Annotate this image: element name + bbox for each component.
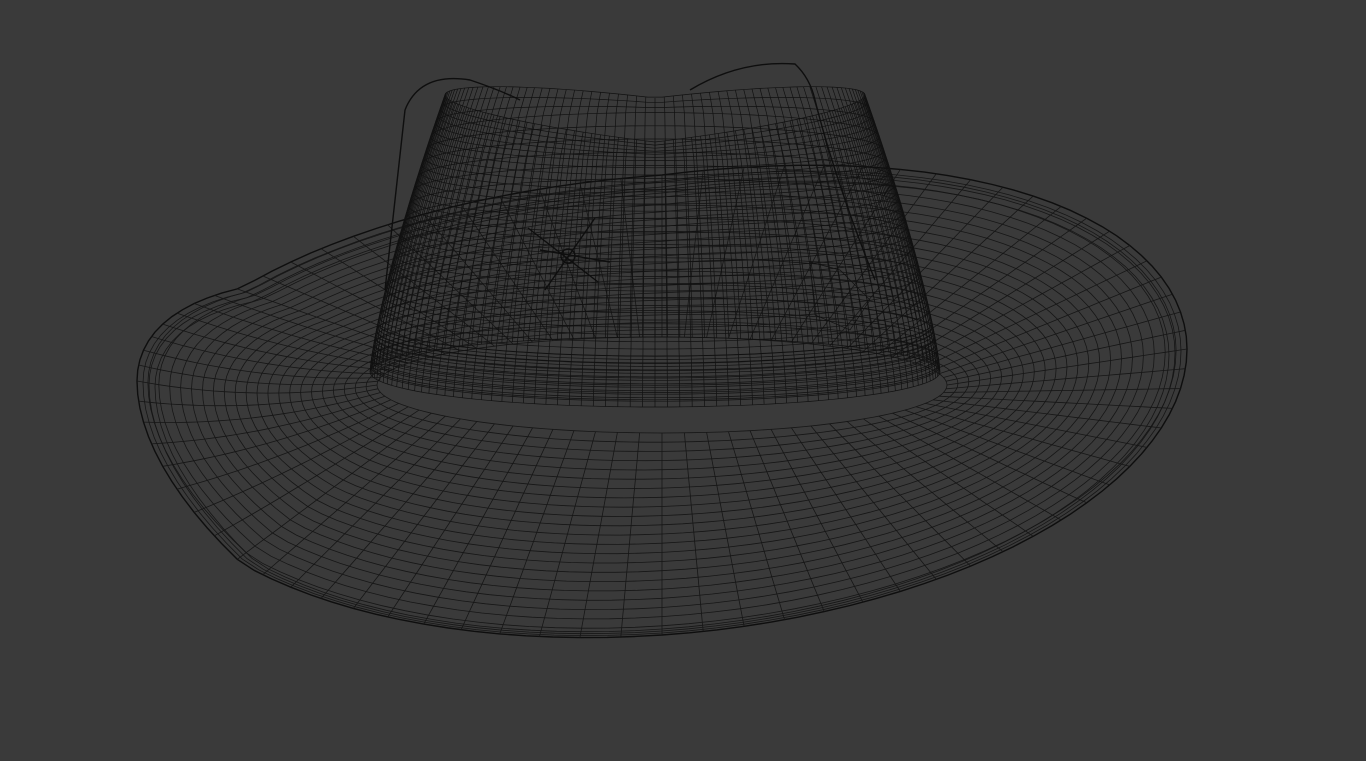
3d-viewport[interactable] <box>0 0 1366 761</box>
hat-crown-mesh <box>369 62 941 408</box>
hat-wireframe-model[interactable] <box>0 0 1366 761</box>
